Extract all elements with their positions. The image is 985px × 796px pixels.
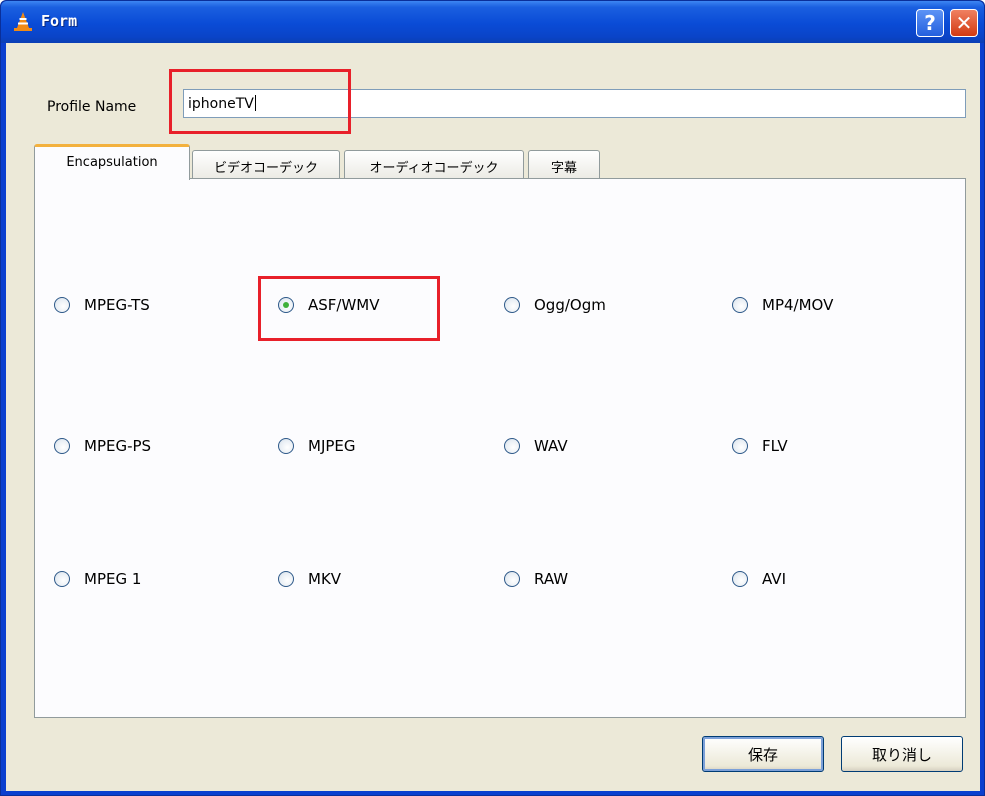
- text-caret: [254, 95, 256, 111]
- radio-mkv[interactable]: MKV: [278, 570, 341, 588]
- window-title: Form: [41, 12, 78, 30]
- radio-button-icon: [278, 571, 294, 587]
- radio-button-icon: [732, 297, 748, 313]
- help-icon: ?: [924, 11, 936, 35]
- radio-label: MPEG-TS: [84, 296, 150, 314]
- radio-label: MPEG-PS: [84, 437, 152, 455]
- radio-label: AVI: [762, 570, 786, 588]
- tab-encapsulation[interactable]: Encapsulation: [34, 144, 190, 180]
- radio-button-icon: [278, 438, 294, 454]
- radio-mpeg-ts[interactable]: MPEG-TS: [54, 296, 150, 314]
- radio-button-icon: [504, 297, 520, 313]
- radio-label: MJPEG: [308, 437, 356, 455]
- close-icon: ✕: [955, 11, 973, 35]
- cancel-button[interactable]: 取り消し: [841, 736, 963, 772]
- radio-button-icon: [732, 571, 748, 587]
- radio-asf-wmv[interactable]: ASF/WMV: [278, 296, 380, 314]
- radio-label: MP4/MOV: [762, 296, 834, 314]
- radio-mpeg-ps[interactable]: MPEG-PS: [54, 437, 151, 455]
- profile-name-label: Profile Name: [47, 99, 137, 115]
- radio-button-icon: [54, 297, 70, 313]
- title-bar[interactable]: Form ? ✕: [1, 1, 984, 43]
- radio-label: Ogg/Ogm: [534, 296, 606, 314]
- tab-video-codec[interactable]: ビデオコーデック: [192, 150, 340, 178]
- radio-button-checked-icon: [278, 297, 294, 313]
- profile-name-input[interactable]: iphoneTV: [183, 89, 966, 118]
- radio-label: WAV: [534, 437, 568, 455]
- profile-name-value: iphoneTV: [188, 96, 254, 112]
- save-button[interactable]: 保存: [702, 736, 824, 772]
- radio-button-icon: [54, 438, 70, 454]
- radio-mjpeg[interactable]: MJPEG: [278, 437, 356, 455]
- tab-audio-codec[interactable]: オーディオコーデック: [344, 150, 524, 178]
- radio-label: ASF/WMV: [308, 296, 380, 314]
- radio-button-icon: [54, 571, 70, 587]
- vlc-cone-icon: [14, 12, 32, 31]
- radio-mp4-mov[interactable]: MP4/MOV: [732, 296, 833, 314]
- radio-mpeg1[interactable]: MPEG 1: [54, 570, 141, 588]
- radio-wav[interactable]: WAV: [504, 437, 568, 455]
- close-button[interactable]: ✕: [950, 9, 978, 37]
- radio-flv[interactable]: FLV: [732, 437, 788, 455]
- radio-ogg-ogm[interactable]: Ogg/Ogm: [504, 296, 606, 314]
- radio-button-icon: [504, 571, 520, 587]
- radio-raw[interactable]: RAW: [504, 570, 568, 588]
- encapsulation-panel: [34, 178, 966, 718]
- radio-label: MKV: [308, 570, 342, 588]
- radio-label: MPEG 1: [84, 570, 142, 588]
- radio-label: RAW: [534, 570, 569, 588]
- radio-avi[interactable]: AVI: [732, 570, 786, 588]
- help-button[interactable]: ?: [916, 9, 944, 37]
- radio-label: FLV: [762, 437, 788, 455]
- radio-button-icon: [504, 438, 520, 454]
- tab-subtitles[interactable]: 字幕: [528, 150, 600, 178]
- radio-button-icon: [732, 438, 748, 454]
